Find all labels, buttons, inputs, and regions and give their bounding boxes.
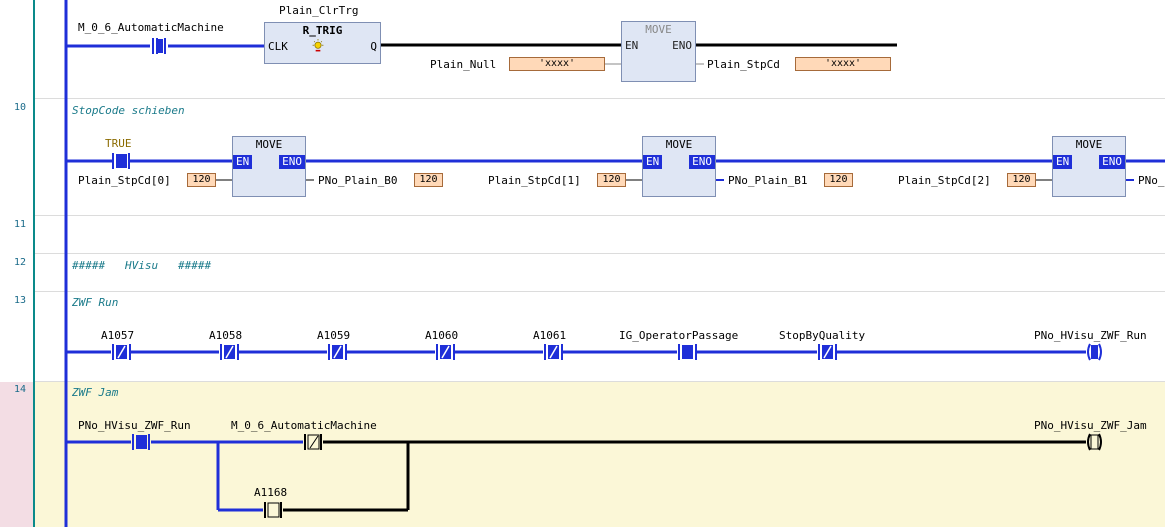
move-en: EN: [643, 155, 663, 169]
input-variable[interactable]: Plain_StpCd[2]: [898, 174, 991, 187]
input-variable[interactable]: Plain_Null: [430, 58, 496, 71]
contact-label[interactable]: PNo_HVisu_ZWF_Run: [78, 419, 191, 432]
move-en: EN: [625, 39, 639, 52]
move-title: MOVE: [1075, 138, 1103, 151]
move-title: MOVE: [255, 138, 283, 151]
contact-nc-icon: [543, 344, 563, 360]
move-block[interactable]: MOVE EN ENO: [642, 136, 716, 197]
trigger-bulb-icon: [312, 39, 324, 52]
move-block[interactable]: MOVE EN ENO: [232, 136, 306, 197]
contact-nc-icon: [435, 344, 455, 360]
fb-output-pin: Q: [370, 40, 377, 53]
contact-no-icon: [112, 153, 130, 169]
input-value: 120: [597, 173, 626, 187]
move-eno: ENO: [672, 39, 692, 52]
contact-label[interactable]: A1057: [101, 329, 134, 342]
output-variable[interactable]: PNo_: [1138, 174, 1165, 187]
input-value: 'xxxx': [509, 57, 605, 71]
fb-type: R_TRIG: [302, 24, 343, 37]
move-en: EN: [233, 155, 253, 169]
rung-comment[interactable]: ##### HVisu #####: [72, 259, 211, 272]
output-value: 120: [824, 173, 853, 187]
input-value: 120: [1007, 173, 1036, 187]
contact-label[interactable]: A1060: [425, 329, 458, 342]
rung-comment[interactable]: StopCode schieben: [72, 104, 185, 117]
contact-label[interactable]: A1058: [209, 329, 242, 342]
contact-label[interactable]: M_0_6_AutomaticMachine: [231, 419, 377, 432]
move-eno: ENO: [689, 155, 715, 169]
coil-label[interactable]: PNo_HVisu_ZWF_Run: [1034, 329, 1147, 342]
contact-nc-icon: [111, 344, 131, 360]
contact-no-icon: [677, 344, 697, 360]
contact-no-icon: [264, 502, 282, 518]
r-trig-block[interactable]: R_TRIG CLK Q: [264, 22, 381, 64]
coil-icon: [1087, 343, 1102, 361]
move-title: MOVE: [665, 138, 693, 151]
output-value: 120: [414, 173, 443, 187]
output-variable[interactable]: Plain_StpCd: [707, 58, 780, 71]
move-eno: ENO: [1099, 155, 1125, 169]
input-value: 120: [187, 173, 216, 187]
rung-number: 12: [14, 257, 27, 268]
rung-number: 13: [14, 295, 27, 306]
contact-label[interactable]: TRUE: [105, 137, 132, 150]
rung-number: 14: [14, 384, 27, 395]
move-eno: ENO: [279, 155, 305, 169]
branch-contact-label[interactable]: A1168: [254, 486, 287, 499]
rung-number: 11: [14, 219, 27, 230]
contact-label[interactable]: M_0_6_AutomaticMachine: [78, 21, 224, 34]
move-title: MOVE: [645, 23, 672, 36]
output-variable[interactable]: PNo_Plain_B1: [728, 174, 807, 187]
contact-label[interactable]: StopByQuality: [779, 329, 865, 342]
output-variable[interactable]: PNo_Plain_B0: [318, 174, 397, 187]
contact-nc-icon: [817, 344, 837, 360]
rung-comment[interactable]: ZWF Jam: [72, 386, 118, 399]
contact-nc-icon: [327, 344, 347, 360]
coil-label[interactable]: PNo_HVisu_ZWF_Jam: [1034, 419, 1147, 432]
rung-comment[interactable]: ZWF Run: [72, 296, 118, 309]
contact-label[interactable]: A1059: [317, 329, 350, 342]
ladder-editor: M_0_6_AutomaticMachine Plain_ClrTrg R_TR…: [0, 0, 1165, 527]
input-variable[interactable]: Plain_StpCd[1]: [488, 174, 581, 187]
contact-label[interactable]: A1061: [533, 329, 566, 342]
contact-nc-icon: [219, 344, 239, 360]
contact-no-icon: [152, 38, 166, 54]
fb-input-pin: CLK: [268, 40, 288, 53]
output-value: 'xxxx': [795, 57, 891, 71]
input-variable[interactable]: Plain_StpCd[0]: [78, 174, 171, 187]
contact-label[interactable]: IG_OperatorPassage: [619, 329, 738, 342]
move-en: EN: [1053, 155, 1073, 169]
coil-icon: [1087, 433, 1102, 451]
contact-no-icon: [132, 434, 150, 450]
fb-instance-name[interactable]: Plain_ClrTrg: [279, 4, 358, 17]
move-block[interactable]: MOVE EN ENO: [1052, 136, 1126, 197]
move-block[interactable]: MOVE EN ENO: [621, 21, 696, 82]
contact-nc-icon: [304, 434, 322, 450]
rung-number: 10: [14, 102, 27, 113]
